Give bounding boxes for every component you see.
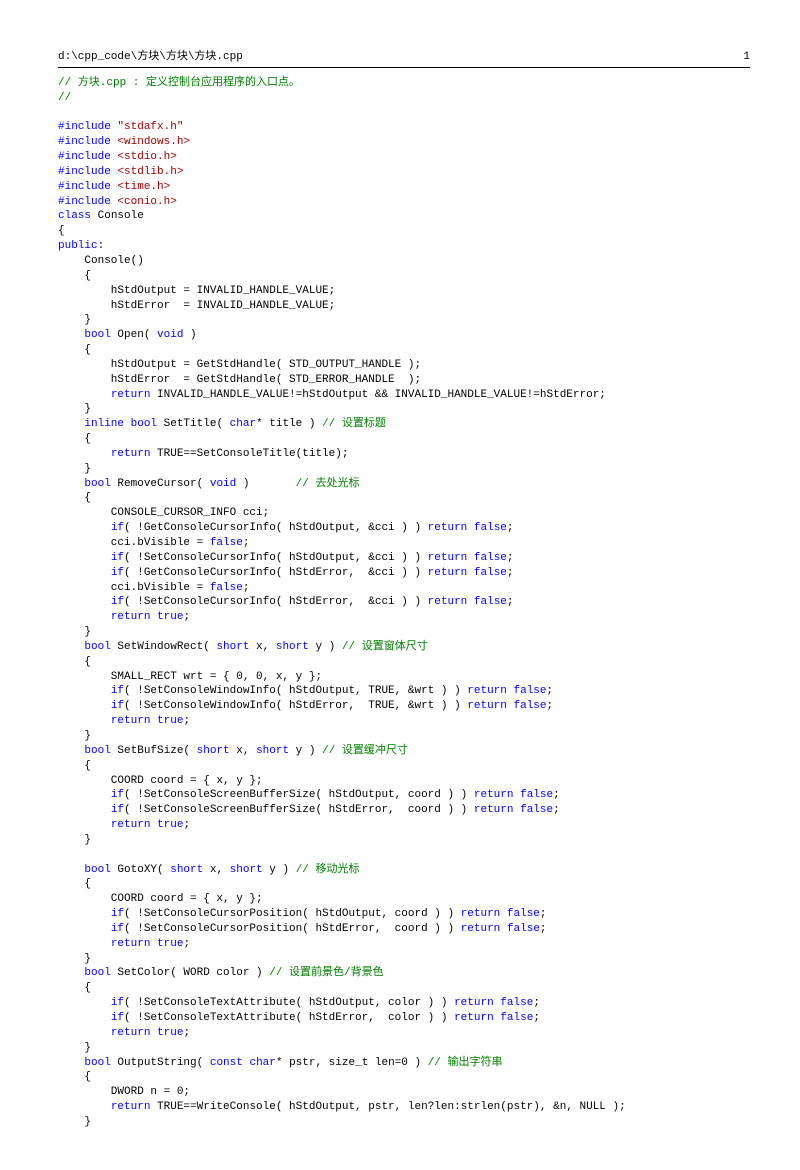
page: d:\cpp_code\方块\方块\方块.cpp 1 // 方块.cpp : 定… bbox=[0, 0, 800, 1170]
page-header: d:\cpp_code\方块\方块\方块.cpp 1 bbox=[58, 50, 750, 68]
code-listing: // 方块.cpp : 定义控制台应用程序的入口点。 // #include "… bbox=[58, 76, 750, 1130]
page-number: 1 bbox=[743, 50, 750, 65]
file-path: d:\cpp_code\方块\方块\方块.cpp bbox=[58, 50, 243, 65]
